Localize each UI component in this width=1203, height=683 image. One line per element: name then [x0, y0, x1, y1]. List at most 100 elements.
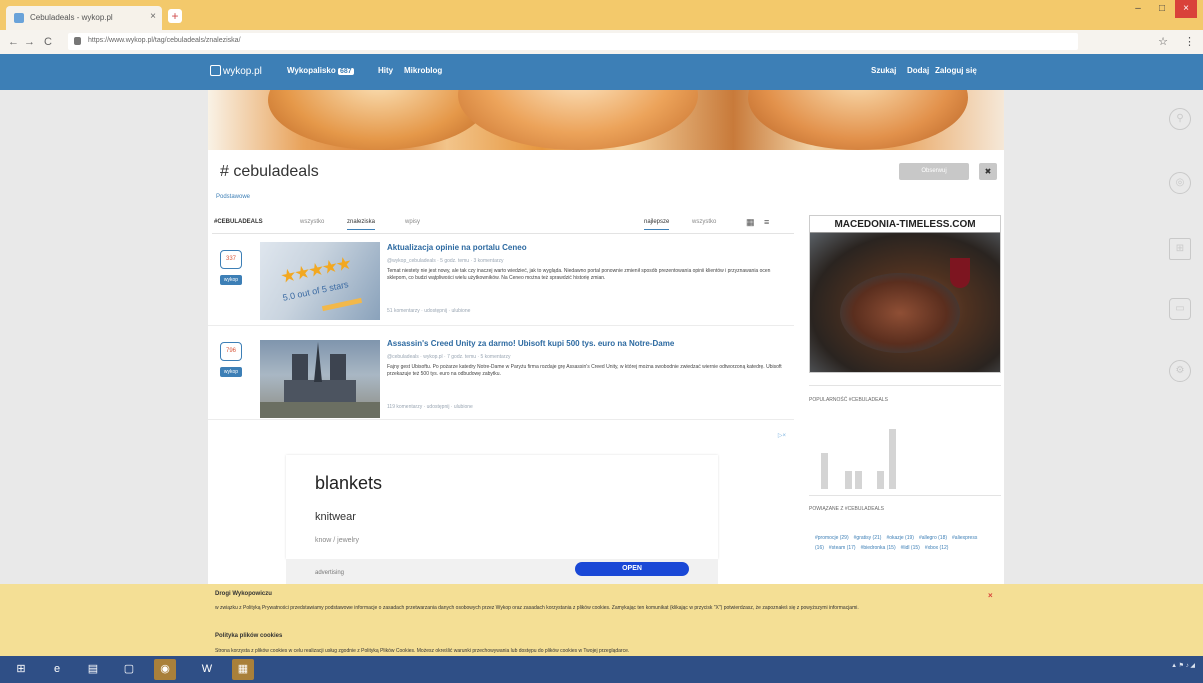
related-tag-link[interactable]: #gratisy (21) — [854, 535, 882, 541]
wykop-button[interactable]: wykop — [220, 367, 242, 377]
search-icon[interactable]: ⚲ — [1169, 108, 1191, 130]
device-icon[interactable]: ▭ — [1169, 298, 1191, 320]
divider — [809, 385, 1001, 386]
entry-thumbnail[interactable]: ★★★★★ 5.0 out of 5 stars — [260, 242, 380, 320]
popularity-bar — [845, 471, 852, 489]
nav-login[interactable]: Zaloguj się — [935, 66, 977, 75]
related-tag-link[interactable]: #allegro (18) — [919, 535, 947, 541]
nav-wykopalisko-label: Wykopalisko — [287, 66, 336, 75]
close-window-button[interactable]: × — [1175, 0, 1197, 18]
chrome-icon[interactable]: ◉ — [154, 659, 176, 680]
cookie-heading: Drogi Wykopowiczu — [215, 591, 272, 597]
sidebar-ad-title: MACEDONIA-TIMELESS.COM — [810, 216, 1000, 233]
sidebar-ad[interactable]: MACEDONIA-TIMELESS.COM — [809, 215, 1001, 373]
back-button[interactable]: ← — [8, 36, 19, 48]
url-text: https://www.wykop.pl/tag/cebuladeals/zna… — [88, 37, 241, 44]
nav-hity[interactable]: Hity — [378, 66, 393, 75]
browser-chrome: Cebuladeals - wykop.pl × + – □ × ← → C h… — [0, 0, 1203, 54]
vote-count[interactable]: 337 — [220, 250, 242, 269]
entry-meta: @wykop_cebuladeals · 5 godz. temu · 3 ko… — [387, 258, 504, 264]
entry-footer[interactable]: 119 komentarzy · udostępnij · ulubione — [387, 404, 473, 410]
related-tag-link[interactable]: #biedronka (15) — [861, 545, 896, 551]
nav-search[interactable]: Szukaj — [871, 66, 896, 75]
explorer-icon[interactable]: ▤ — [82, 659, 104, 680]
popularity-bar — [821, 453, 828, 489]
related-tag-link[interactable]: #steam (17) — [829, 545, 856, 551]
entry-title[interactable]: Aktualizacja opinie na portalu Ceneo — [387, 243, 527, 252]
reload-button[interactable]: C — [44, 36, 52, 48]
tab-znaleziska[interactable]: znaleziska — [347, 219, 376, 230]
lock-icon — [74, 37, 81, 45]
ad-domain: advertising — [315, 570, 345, 576]
grid-view-icon[interactable]: ▦ — [746, 217, 755, 228]
entry-description: Fajny gest Ubisoftu. Po pożarze katedry … — [387, 364, 782, 377]
entry-description: Temat niestety nie jest nowy, ale tak cz… — [387, 268, 771, 281]
popularity-bar — [877, 471, 884, 489]
cookie-close-icon[interactable]: × — [988, 591, 993, 600]
block-tag-button[interactable]: ✖ — [979, 163, 997, 180]
list-view-icon[interactable]: ≡ — [764, 217, 769, 227]
browser-tab[interactable]: Cebuladeals - wykop.pl × — [6, 6, 162, 30]
vote-count[interactable]: 796 — [220, 342, 242, 361]
related-tag-link[interactable]: #xbox (12) — [925, 545, 949, 551]
popularity-heading: POPULARNOŚĆ #CEBULADEALS — [809, 397, 888, 403]
adchoices-icon[interactable]: ▷× — [778, 432, 786, 439]
tab-wszystko[interactable]: wszystko — [300, 219, 324, 225]
related-tags-heading: POWIĄZANE Z #CEBULADEALS — [809, 506, 885, 512]
sort-najlepsze[interactable]: najlepsze — [644, 219, 670, 230]
main-content: # cebuladeals Podstawowe Obserwuj ✖ #CEB… — [208, 90, 1004, 590]
tab-strip: Cebuladeals - wykop.pl × + – □ × — [0, 0, 1203, 30]
nav-add[interactable]: Dodaj — [907, 66, 929, 75]
gear-icon[interactable]: ⚙ — [1169, 360, 1191, 382]
nav-wykopalisko-count: 687 — [338, 68, 354, 75]
url-input[interactable]: https://www.wykop.pl/tag/cebuladeals/zna… — [68, 33, 1078, 50]
divider — [809, 495, 1001, 496]
entry-thumbnail[interactable] — [260, 340, 380, 418]
windows-taskbar: ⊞ e ▤ ▢ ◉ W ▦ ▲ ⚑ ♪ ◢ — [0, 656, 1203, 683]
cookie-notice: Drogi Wykopowiczu w związku z Polityką P… — [0, 584, 1203, 656]
bookmark-star-icon[interactable]: ☆ — [1158, 35, 1168, 48]
forward-button[interactable]: → — [24, 36, 35, 48]
related-tag-link[interactable]: #lidl (15) — [901, 545, 920, 551]
start-icon[interactable]: ⊞ — [10, 659, 32, 680]
nav-mikroblog[interactable]: Mikroblog — [404, 66, 442, 75]
ad-subtitle: knitwear — [315, 511, 356, 523]
popularity-bar — [855, 471, 862, 489]
sort-wszystko[interactable]: wszystko — [692, 219, 716, 225]
related-tag-link[interactable]: #okazje (19) — [886, 535, 914, 541]
app-icon[interactable]: ▦ — [232, 659, 254, 680]
site-logo[interactable]: wykop.pl — [210, 65, 262, 77]
ie-icon[interactable]: e — [46, 659, 68, 680]
new-tab-button[interactable]: + — [168, 9, 182, 23]
sidebar-ad-photo — [810, 233, 1000, 372]
word-icon[interactable]: W — [196, 659, 218, 680]
follow-tag-button[interactable]: Obserwuj — [899, 163, 969, 180]
popularity-bar — [889, 429, 896, 489]
tab-close-icon[interactable]: × — [150, 11, 156, 22]
tag-title: # cebuladeals — [220, 163, 319, 180]
minimize-button[interactable]: – — [1127, 0, 1149, 18]
browser-menu-icon[interactable]: ⋮ — [1184, 35, 1195, 48]
related-tag-link[interactable]: #promocje (29) — [815, 535, 849, 541]
tab-wpisy[interactable]: wpisy — [405, 219, 420, 225]
tag-subtitle[interactable]: Podstawowe — [216, 194, 250, 200]
maximize-button[interactable]: □ — [1151, 0, 1173, 18]
nav-wykopalisko[interactable]: Wykopalisko 687 — [287, 66, 354, 75]
wykop-button[interactable]: wykop — [220, 275, 242, 285]
globe-icon[interactable]: ◎ — [1169, 172, 1191, 194]
ad-title: blankets — [315, 473, 383, 493]
ad-open-button[interactable]: OPEN — [575, 562, 689, 576]
entry-footer[interactable]: 51 komentarzy · udostępnij · ulubione — [387, 308, 470, 314]
logo-icon — [210, 65, 221, 76]
ad-card[interactable]: blankets knitwear know / jewelry — [286, 455, 718, 559]
system-tray[interactable]: ▲ ⚑ ♪ ◢ — [1171, 662, 1195, 669]
tab-title: Cebuladeals - wykop.pl — [30, 13, 113, 22]
windows-icon[interactable]: ⊞ — [1169, 238, 1191, 260]
store-icon[interactable]: ▢ — [118, 659, 140, 680]
entry-title[interactable]: Assassin's Creed Unity za darmo! Ubisoft… — [387, 339, 674, 348]
entry-meta: @cebuladeals · wykop.pl · 7 godz. temu ·… — [387, 354, 511, 360]
window-controls: – □ × — [1127, 0, 1197, 18]
browser-toolbar-icons: ☆ ⋮ — [1158, 35, 1195, 48]
sidebar: MACEDONIA-TIMELESS.COM POPULARNOŚĆ #CEBU… — [809, 215, 1001, 590]
cookie-policy-heading: Polityka plików cookies — [215, 633, 283, 639]
